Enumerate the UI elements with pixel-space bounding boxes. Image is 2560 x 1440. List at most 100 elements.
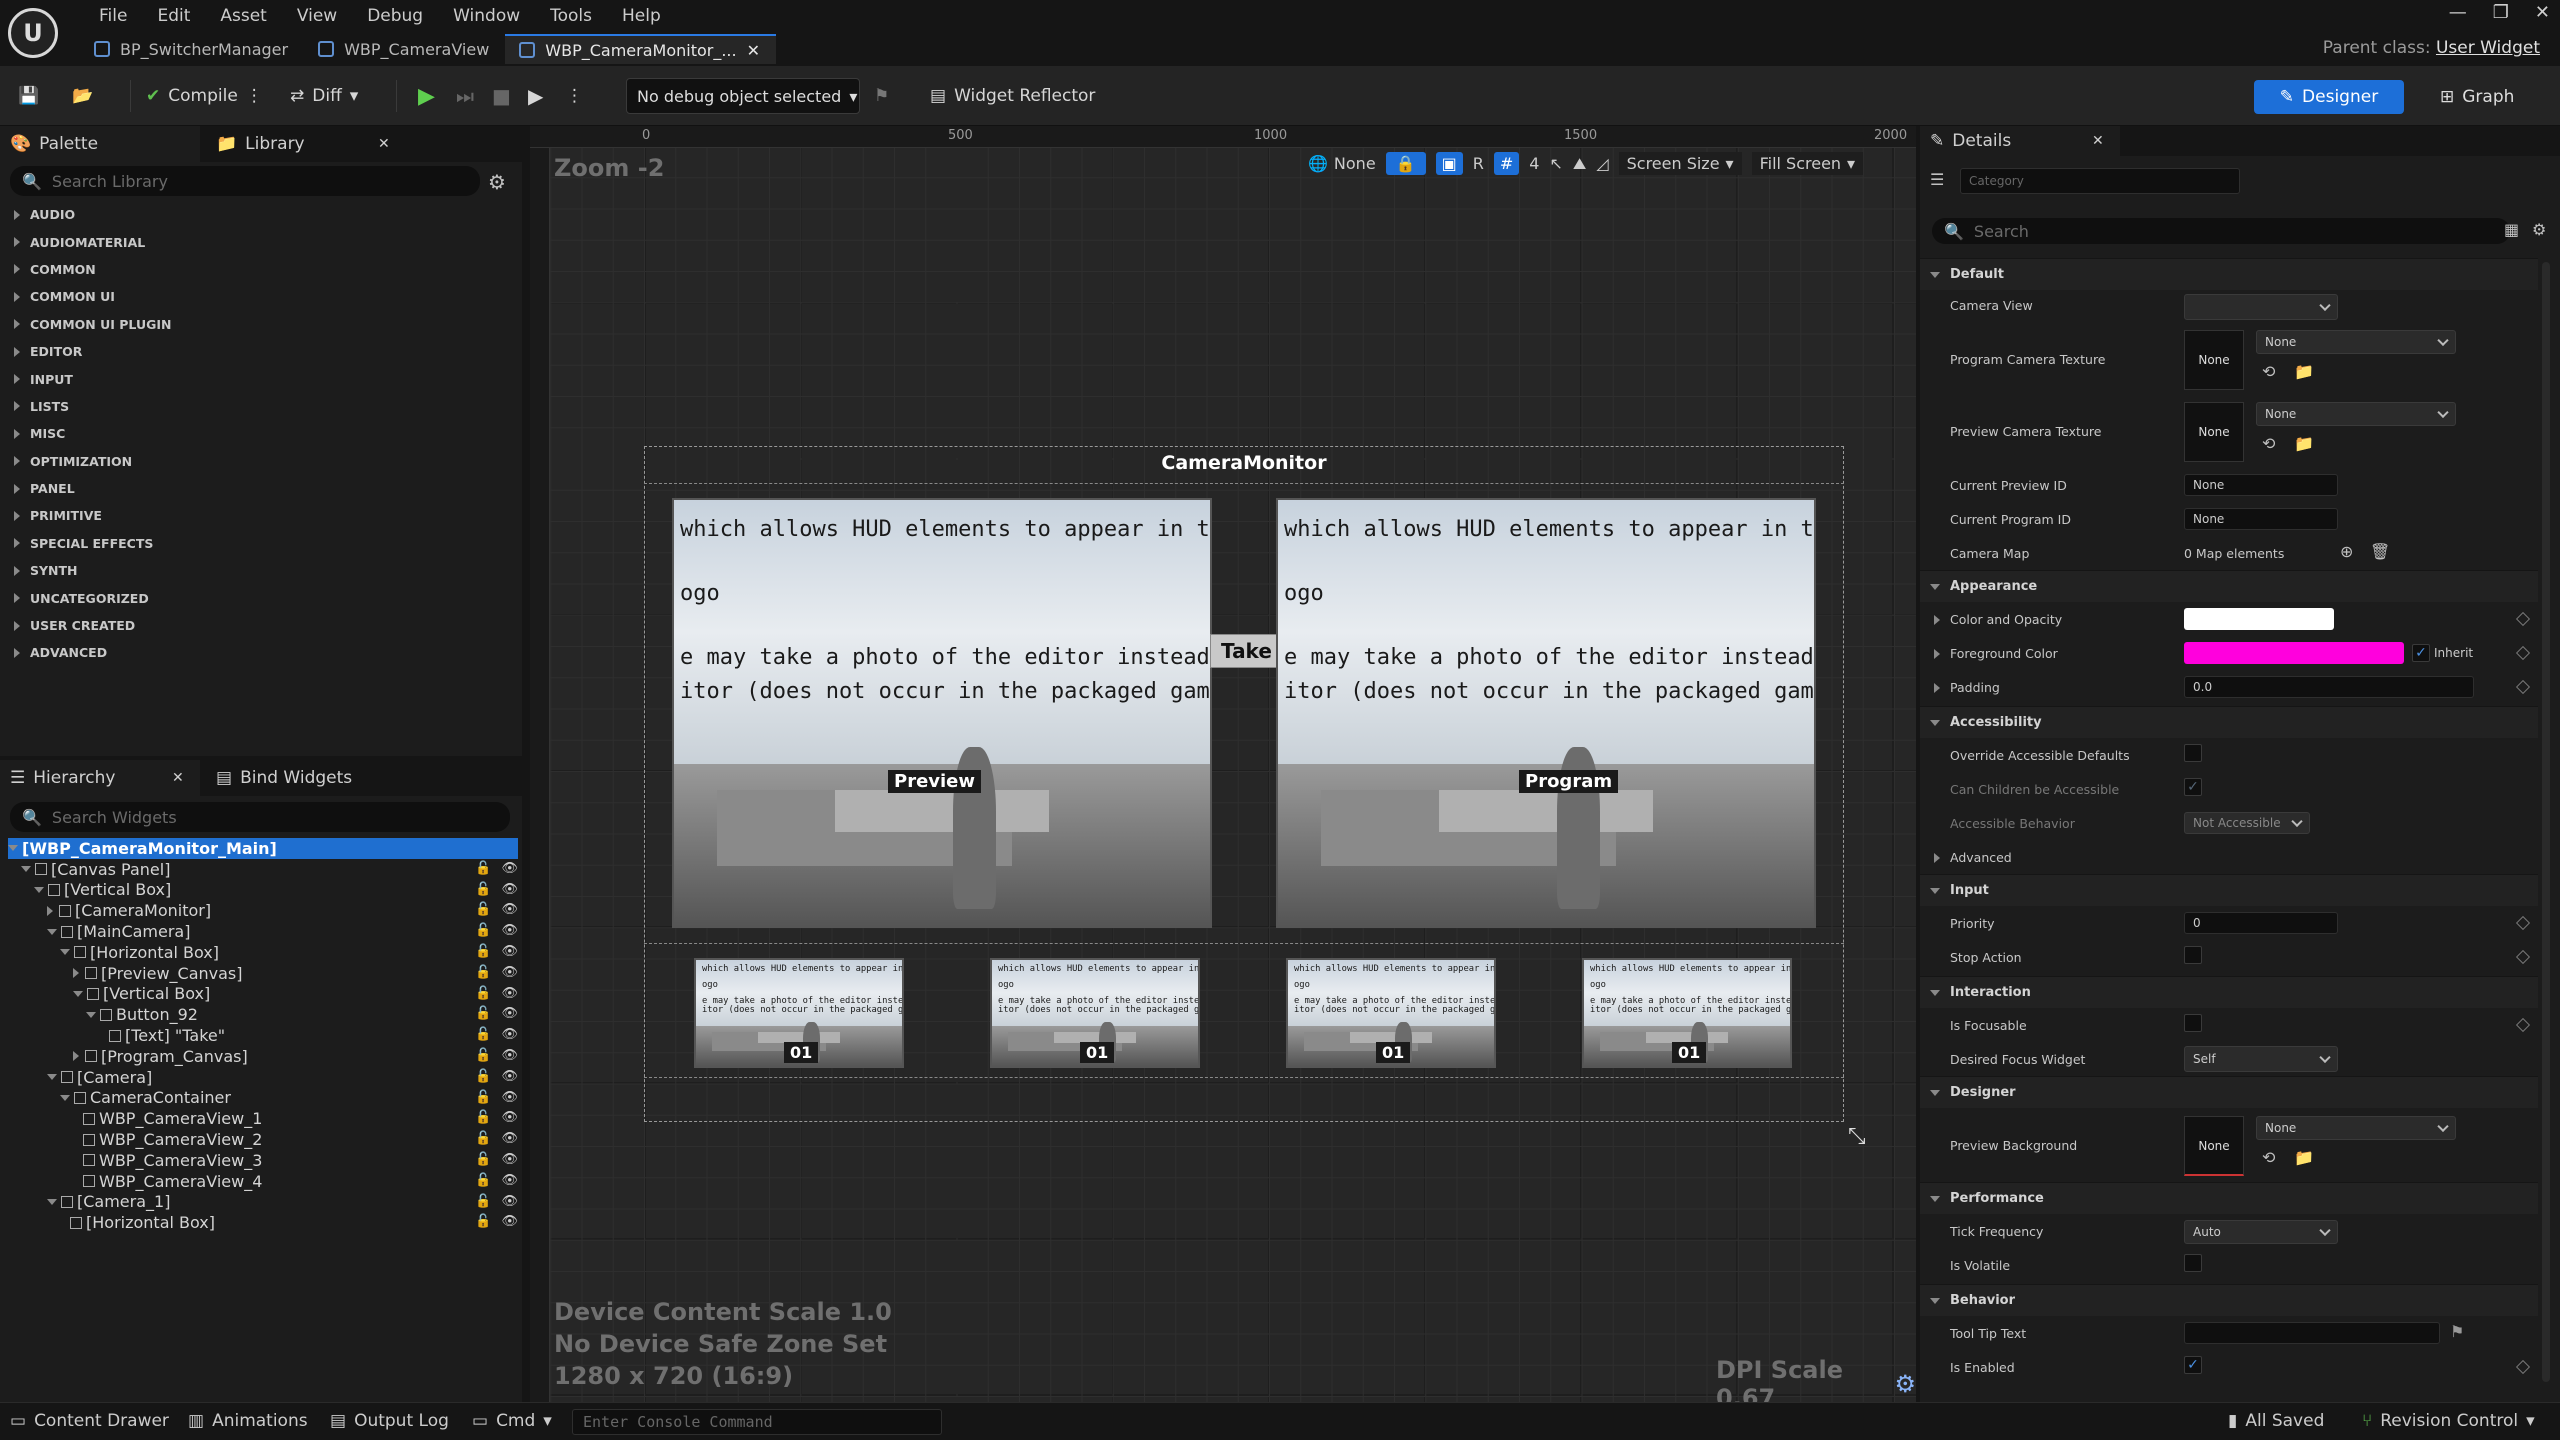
palette-category[interactable]: COMMON UI PLUGIN xyxy=(0,311,522,338)
designer-viewport[interactable]: 0 500 1000 1500 2000 Zoom -2 🌐 None 🔒 ▣ R… xyxy=(530,126,1916,1402)
expand-arrow-icon[interactable] xyxy=(73,968,79,979)
lock-icon[interactable]: 🔓 xyxy=(475,861,491,876)
desired-focus-dropdown[interactable]: Self xyxy=(2184,1046,2338,1072)
menu-edit[interactable]: Edit xyxy=(142,2,205,30)
add-icon[interactable]: ⊕ xyxy=(2340,542,2353,561)
keyframe-icon[interactable] xyxy=(2515,611,2531,627)
lock-icon[interactable]: 🔓 xyxy=(475,944,491,959)
tree-item[interactable]: [Camera] 🔓 👁 xyxy=(8,1067,518,1088)
palette-category[interactable]: PANEL xyxy=(0,475,522,502)
save-icon[interactable]: 💾 xyxy=(18,78,39,114)
collapse-arrow-icon[interactable] xyxy=(47,1074,57,1081)
visibility-eye-icon[interactable]: 👁 xyxy=(501,861,518,876)
collapse-arrow-icon[interactable] xyxy=(8,845,18,852)
keyframe-icon[interactable] xyxy=(2515,645,2531,661)
designer-mode-button[interactable]: ✎ Designer xyxy=(2254,80,2404,114)
preview-texture-dropdown[interactable]: None xyxy=(2256,402,2456,426)
is-enabled-checkbox[interactable]: ✓ xyxy=(2184,1356,2202,1374)
bind-flag-icon[interactable]: ⚑ xyxy=(2450,1322,2464,1341)
tick-frequency-dropdown[interactable]: Auto xyxy=(2184,1220,2338,1244)
tooltip-field[interactable] xyxy=(2184,1322,2440,1344)
screen-size-dropdown[interactable]: Screen Size ▾ xyxy=(1618,152,1742,175)
palette-category[interactable]: LISTS xyxy=(0,393,522,420)
collapse-arrow-icon[interactable] xyxy=(60,1094,70,1101)
reset-arrow-icon[interactable]: ⟲ xyxy=(2262,362,2275,381)
possess-icon[interactable]: ▶ xyxy=(528,78,543,114)
close-tab-icon[interactable]: ✕ xyxy=(747,41,760,60)
tree-item[interactable]: [Canvas Panel] 🔓 👁 xyxy=(8,859,518,880)
section-accessibility[interactable]: Accessibility xyxy=(1920,706,2538,738)
resize-handle-icon[interactable]: ⤡ xyxy=(1848,1124,1866,1149)
tab-bind-widgets[interactable]: ▤ Bind Widgets xyxy=(206,760,406,796)
section-appearance[interactable]: Appearance xyxy=(1920,570,2538,602)
lock-icon[interactable]: 🔓 xyxy=(475,986,491,1001)
respect-locks-icon[interactable]: ▣ xyxy=(1435,152,1463,175)
gear-icon[interactable]: ⚙ xyxy=(488,170,506,194)
priority-field[interactable]: 0 xyxy=(2184,912,2338,934)
tree-item[interactable]: Button_92 🔓 👁 xyxy=(8,1004,518,1025)
collapse-arrow-icon[interactable] xyxy=(47,1198,57,1205)
collapse-arrow-icon[interactable] xyxy=(21,866,31,873)
expand-arrow-icon[interactable] xyxy=(73,1051,79,1062)
current-program-field[interactable]: None xyxy=(2184,508,2338,530)
lock-icon[interactable]: 🔓 xyxy=(475,923,491,938)
visibility-eye-icon[interactable]: 👁 xyxy=(501,965,518,980)
tree-item[interactable]: [Vertical Box] 🔓 👁 xyxy=(8,880,518,901)
tree-item[interactable]: [Vertical Box] 🔓 👁 xyxy=(8,984,518,1005)
keyframe-icon[interactable] xyxy=(2515,1017,2531,1033)
override-accessible-checkbox[interactable] xyxy=(2184,744,2202,762)
trash-icon[interactable]: 🗑 xyxy=(2370,542,2390,561)
play-options-icon[interactable]: ⋮ xyxy=(566,78,583,114)
visibility-eye-icon[interactable]: 👁 xyxy=(501,1110,518,1125)
collapse-arrow-icon[interactable] xyxy=(47,928,57,935)
collapse-arrow-icon[interactable] xyxy=(73,990,83,997)
keyframe-icon[interactable] xyxy=(2515,1359,2531,1375)
section-input[interactable]: Input xyxy=(1920,874,2538,906)
accessible-behavior-dropdown[interactable]: Not Accessible xyxy=(2184,812,2310,834)
current-preview-field[interactable]: None xyxy=(2184,474,2338,496)
visibility-eye-icon[interactable]: 👁 xyxy=(501,1027,518,1042)
tree-item[interactable]: WBP_CameraView_1 🔓 👁 xyxy=(8,1108,518,1129)
palette-category[interactable]: COMMON UI xyxy=(0,283,522,310)
lock-icon[interactable]: 🔓 xyxy=(475,1173,491,1188)
lock-icon[interactable]: 🔓 xyxy=(475,1027,491,1042)
animations-button[interactable]: ▥ Animations xyxy=(188,1411,308,1431)
widget-reflector-button[interactable]: ▤ Widget Reflector xyxy=(930,78,1095,114)
step-icon[interactable]: ⏭ xyxy=(456,78,474,114)
details-scrollbar[interactable] xyxy=(2542,262,2550,1382)
tab-wbp-cameraview[interactable]: WBP_CameraView xyxy=(304,34,505,64)
compile-button[interactable]: ✔ Compile ⋮ xyxy=(146,78,263,114)
visibility-eye-icon[interactable]: 👁 xyxy=(501,1048,518,1063)
lock-icon[interactable]: 🔓 xyxy=(475,882,491,897)
collapse-arrow-icon[interactable] xyxy=(34,886,44,893)
lock-icon[interactable]: 🔓 xyxy=(475,902,491,917)
camera-view-dropdown[interactable] xyxy=(2184,294,2338,320)
tree-item[interactable]: [Preview_Canvas] 🔓 👁 xyxy=(8,963,518,984)
r-toggle[interactable]: R xyxy=(1473,154,1484,173)
expand-arrow-icon[interactable] xyxy=(47,905,53,916)
lock-icon[interactable]: 🔓 xyxy=(475,1131,491,1146)
tree-item[interactable]: [Text] "Take" 🔓 👁 xyxy=(8,1025,518,1046)
section-interaction[interactable]: Interaction xyxy=(1920,976,2538,1008)
children-accessible-checkbox[interactable]: ✓ xyxy=(2184,778,2202,796)
all-saved-status[interactable]: ▮ All Saved xyxy=(2228,1411,2324,1431)
tree-item[interactable]: WBP_CameraView_3 🔓 👁 xyxy=(8,1150,518,1171)
palette-category[interactable]: PRIMITIVE xyxy=(0,502,522,529)
keyframe-icon[interactable] xyxy=(2515,915,2531,931)
take-button[interactable]: Take xyxy=(1210,634,1283,668)
program-canvas[interactable]: which allows HUD elements to appear in t… xyxy=(1276,498,1816,928)
lock-icon[interactable]: 🔓 xyxy=(475,1069,491,1084)
palette-category[interactable]: OPTIMIZATION xyxy=(0,448,522,475)
lock-icon[interactable]: 🔓 xyxy=(475,1110,491,1125)
browse-folder-icon[interactable]: 📁 xyxy=(2294,434,2314,453)
table-view-icon[interactable]: ▦ xyxy=(2504,220,2519,239)
tree-item[interactable]: [Horizontal Box] 🔓 👁 xyxy=(8,942,518,963)
palette-category[interactable]: INPUT xyxy=(0,365,522,392)
localization-preview-button[interactable]: 🌐 None xyxy=(1308,154,1376,173)
reset-arrow-icon[interactable]: ⟲ xyxy=(2262,434,2275,453)
section-default[interactable]: Default xyxy=(1920,258,2538,290)
revision-control-button[interactable]: ⑂ Revision Control ▾ xyxy=(2362,1411,2535,1431)
color-opacity-swatch[interactable] xyxy=(2184,608,2334,630)
visibility-eye-icon[interactable]: 👁 xyxy=(501,1152,518,1167)
tree-item[interactable]: [MainCamera] 🔓 👁 xyxy=(8,921,518,942)
